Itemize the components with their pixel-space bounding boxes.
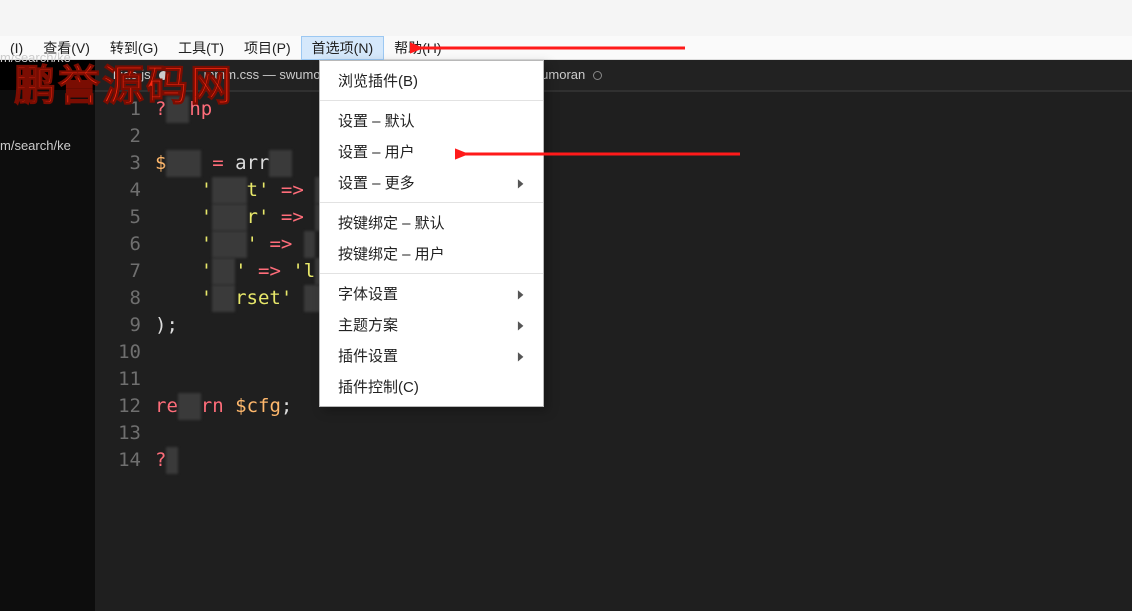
dropdown-item[interactable]: 插件控制(C)	[320, 371, 543, 402]
line-number: 10	[95, 339, 155, 366]
dropdown-item-label: 字体设置	[338, 283, 398, 304]
menu-bar: (I)查看(V)转到(G)工具(T)项目(P)首选项(N)帮助(H)	[0, 36, 1132, 60]
line-number: 14	[95, 447, 155, 474]
code-line[interactable]	[155, 420, 338, 447]
line-number: 7	[95, 258, 155, 285]
code-line[interactable]: $▮▮▮ = arr▮▮	[155, 150, 338, 177]
path-fragment: m/search/ke	[0, 50, 95, 65]
code-line[interactable]: ?▮▮hp	[155, 96, 338, 123]
menu-item-2[interactable]: 转到(G)	[100, 36, 168, 60]
code-line[interactable]: '▮▮▮r' => ▮	[155, 204, 338, 231]
line-number: 8	[95, 285, 155, 312]
line-number: 12	[95, 393, 155, 420]
dropdown-item-label: 设置 – 用户	[338, 141, 415, 162]
dropdown-item-label: 按键绑定 – 默认	[338, 212, 445, 233]
menu-item-4[interactable]: 项目(P)	[234, 36, 301, 60]
dropdown-item-label: 设置 – 默认	[338, 110, 415, 131]
dropdown-item[interactable]: 字体设置 ▶	[320, 278, 543, 309]
dropdown-item[interactable]: 设置 – 更多 ▶	[320, 167, 543, 198]
dropdown-item-label: 插件设置	[338, 345, 398, 366]
dropdown-item[interactable]: 设置 – 用户	[320, 136, 543, 167]
menu-item-6[interactable]: 帮助(H)	[384, 36, 451, 60]
window-titlebar	[0, 0, 1132, 36]
code-line[interactable]: '▮▮rset' ▮▮	[155, 285, 338, 312]
line-number: 2	[95, 123, 155, 150]
code-line[interactable]: );	[155, 312, 338, 339]
address-path-fragment: m/search/ke	[0, 138, 71, 153]
menu-item-5[interactable]: 首选项(N)	[301, 36, 384, 60]
dropdown-item-label: 插件控制(C)	[338, 376, 419, 397]
dropdown-item[interactable]: 主题方案 ▶	[320, 309, 543, 340]
editor-tab-bar: biao.jsmmm.css — swumoran\wumoranmmm.css…	[95, 60, 1132, 90]
code-line[interactable]: '▮▮' => 'l▮▮	[155, 258, 338, 285]
dropdown-item-label: 按键绑定 – 用户	[338, 243, 445, 264]
dropdown-separator	[320, 202, 543, 203]
code-area[interactable]: ?▮▮hp $▮▮▮ = arr▮▮ '▮▮▮t' => ▮ '▮▮▮r' => …	[155, 92, 338, 611]
line-number: 13	[95, 420, 155, 447]
chevron-right-icon: ▶	[518, 176, 524, 190]
line-gutter: 1234567891011121314	[95, 92, 155, 611]
code-line[interactable]: ?▮	[155, 447, 338, 474]
code-line[interactable]	[155, 339, 338, 366]
side-panel: m/search/ke	[0, 90, 95, 611]
code-line[interactable]: re▮▮rn $cfg;	[155, 393, 338, 420]
dropdown-item-label: 浏览插件(B)	[338, 70, 418, 91]
chevron-right-icon: ▶	[518, 349, 524, 363]
code-line[interactable]: '▮▮▮' => ▮	[155, 231, 338, 258]
line-number: 11	[95, 366, 155, 393]
dropdown-item[interactable]: 按键绑定 – 用户	[320, 238, 543, 269]
code-line[interactable]: '▮▮▮t' => ▮	[155, 177, 338, 204]
line-number: 4	[95, 177, 155, 204]
tab-label: biao.js	[113, 60, 151, 90]
dropdown-separator	[320, 273, 543, 274]
dirty-dot-icon[interactable]	[159, 71, 168, 80]
code-line[interactable]	[155, 366, 338, 393]
line-number: 6	[95, 231, 155, 258]
line-number: 9	[95, 312, 155, 339]
dropdown-item[interactable]: 设置 – 默认	[320, 105, 543, 136]
code-editor[interactable]: 1234567891011121314 ?▮▮hp$▮▮▮ = arr▮▮ '▮…	[95, 90, 1132, 611]
close-icon[interactable]	[593, 71, 602, 80]
preferences-dropdown: 浏览插件(B) 设置 – 默认设置 – 用户设置 – 更多 ▶ 按键绑定 – 默认按键…	[319, 60, 544, 407]
line-number: 1	[95, 96, 155, 123]
code-line[interactable]	[155, 123, 338, 150]
dropdown-item[interactable]: 按键绑定 – 默认	[320, 207, 543, 238]
editor-tab-0[interactable]: biao.js	[95, 60, 186, 90]
chevron-right-icon: ▶	[518, 287, 524, 301]
line-number: 5	[95, 204, 155, 231]
line-number: 3	[95, 150, 155, 177]
dropdown-item-label: 设置 – 更多	[338, 172, 415, 193]
dropdown-separator	[320, 100, 543, 101]
chevron-right-icon: ▶	[518, 318, 524, 332]
dropdown-item-label: 主题方案	[338, 314, 398, 335]
menu-item-3[interactable]: 工具(T)	[168, 36, 234, 60]
dropdown-item[interactable]: 浏览插件(B)	[320, 65, 543, 96]
dropdown-item[interactable]: 插件设置 ▶	[320, 340, 543, 371]
